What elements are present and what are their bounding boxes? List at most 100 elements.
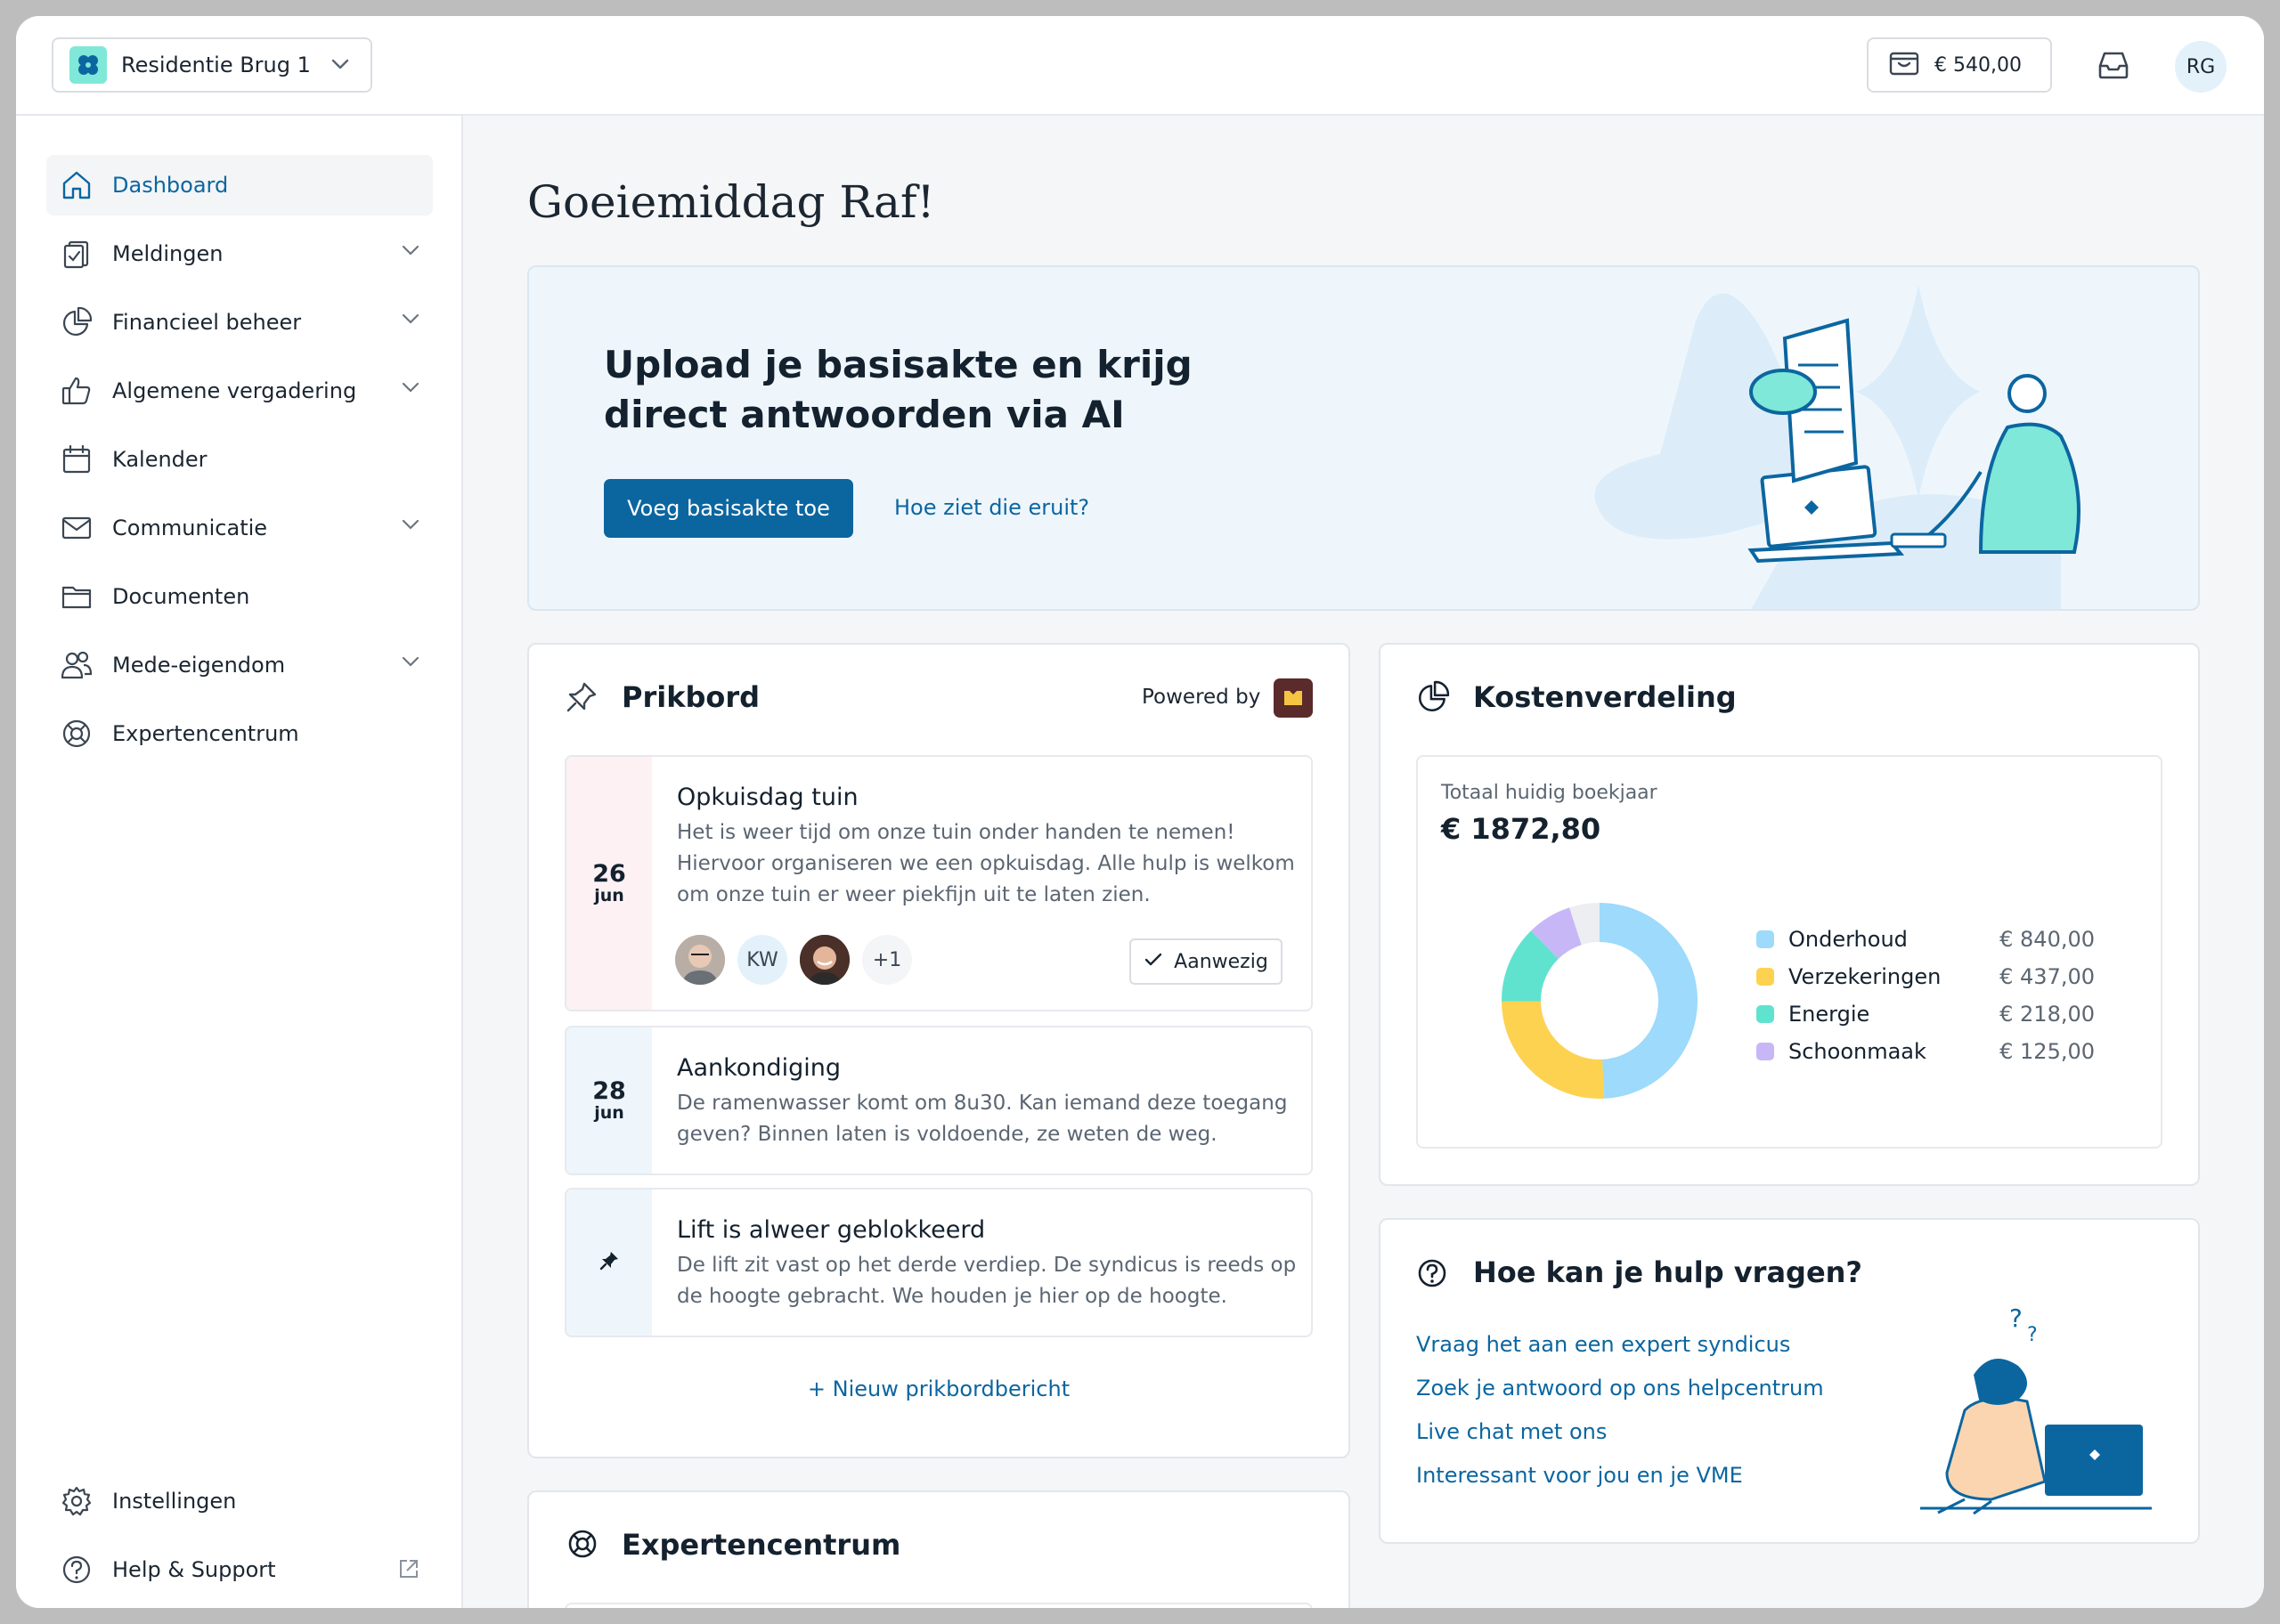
help-title: Hoe kan je hulp vragen? xyxy=(1473,1255,1862,1289)
wallet-balance-button[interactable]: € 540,00 xyxy=(1867,37,2052,93)
upload-basisakte-banner: Upload je basisakte en krijg direct antw… xyxy=(527,265,2200,611)
sidebar-item-financieel-beheer[interactable]: Financieel beheer xyxy=(46,292,433,353)
post-title: Aankondiging xyxy=(677,1054,841,1082)
pinboard-card: Prikbord Powered by 26 jun Opkuisdag tui… xyxy=(527,643,1350,1458)
sidebar-item-label: Documenten xyxy=(112,584,250,609)
pinboard-post[interactable]: Lift is alweer geblokkeerd De lift zit v… xyxy=(565,1188,1313,1337)
help-link-expert[interactable]: Vraag het aan een expert syndicus xyxy=(1416,1332,1790,1357)
chevron-down-icon xyxy=(401,517,420,534)
external-link-icon xyxy=(397,1557,420,1584)
post-body: Het is weer tijd om onze tuin onder hand… xyxy=(677,821,1295,906)
inbox-button[interactable] xyxy=(2091,45,2136,89)
building-selector[interactable]: Residentie Brug 1 xyxy=(52,37,372,93)
donut-slice-schoonmaak[interactable] xyxy=(1531,907,1583,960)
wallet-amount: € 540,00 xyxy=(1934,53,2022,77)
attendee-avatar xyxy=(800,935,850,985)
help-link-vme[interactable]: Interessant voor jou en je VME xyxy=(1416,1463,1743,1488)
sidebar-item-documenten[interactable]: Documenten xyxy=(46,566,433,627)
post-pinned xyxy=(566,1190,652,1336)
add-basisakte-button[interactable]: Voeg basisakte toe xyxy=(604,479,853,538)
sidebar-item-label: Mede-eigendom xyxy=(112,653,286,678)
legend-label: Energie xyxy=(1788,1002,1870,1027)
chevron-down-icon xyxy=(401,312,420,329)
donut-slice-verzekeringen[interactable] xyxy=(1502,1000,1605,1099)
building-name: Residentie Brug 1 xyxy=(121,53,311,77)
pin-icon xyxy=(565,680,598,718)
total-label: Totaal huidig boekjaar xyxy=(1441,782,1657,804)
pinboard-post[interactable]: 28 jun Aankondiging De ramenwasser komt … xyxy=(565,1026,1313,1175)
partner-logo-icon xyxy=(1274,678,1313,718)
sidebar-item-kalender[interactable]: Kalender xyxy=(46,429,433,490)
sidebar-item-label: Dashboard xyxy=(112,173,229,198)
legend-swatch xyxy=(1756,968,1774,986)
sidebar-item-label: Kalender xyxy=(112,447,208,472)
post-date-month: jun xyxy=(594,1103,624,1123)
pinboard-title: Prikbord xyxy=(622,680,761,714)
svg-text:?: ? xyxy=(2027,1324,2038,1346)
help-illustration: ? ? xyxy=(1920,1303,2152,1515)
post-date: 26 jun xyxy=(566,757,652,1010)
banner-illustration xyxy=(1594,285,2080,609)
pushpin-icon xyxy=(598,1249,621,1276)
more-attendees-count: +1 xyxy=(872,948,902,971)
attendee-avatar xyxy=(675,935,725,985)
expertencentrum-title: Expertencentrum xyxy=(622,1528,901,1562)
lifebuoy-icon xyxy=(566,1528,598,1563)
cost-distribution-card: Kostenverdeling Totaal huidig boekjaar €… xyxy=(1379,643,2200,1186)
expertencentrum-card: Expertencentrum xyxy=(527,1490,1350,1608)
chevron-down-icon xyxy=(401,243,420,260)
chevron-down-icon xyxy=(401,380,420,397)
legend-value: € 125,00 xyxy=(1999,1039,2095,1064)
help-circle-icon xyxy=(59,1552,94,1587)
post-date-month: jun xyxy=(594,886,624,905)
users-icon xyxy=(59,647,94,683)
sidebar-item-label: Financieel beheer xyxy=(112,310,302,335)
pie-chart-icon xyxy=(1416,680,1450,718)
sidebar: Dashboard Meldingen Financieel beheer Al… xyxy=(16,116,463,1608)
sidebar-item-meldingen[interactable]: Meldingen xyxy=(46,223,433,284)
check-icon xyxy=(1144,951,1163,973)
legend-value: € 218,00 xyxy=(1999,1002,2095,1027)
attendee-initials: KW xyxy=(746,948,778,971)
sidebar-item-label: Communicatie xyxy=(112,516,268,540)
new-pinboard-post-link[interactable]: + Nieuw prikbordbericht xyxy=(529,1376,1348,1401)
sidebar-item-algemene-vergadering[interactable]: Algemene vergadering xyxy=(46,361,433,421)
sidebar-item-expertencentrum[interactable]: Expertencentrum xyxy=(46,703,433,764)
legend-swatch xyxy=(1756,930,1774,948)
sidebar-item-dashboard[interactable]: Dashboard xyxy=(46,155,433,215)
attend-button[interactable]: Aanwezig xyxy=(1129,938,1282,985)
home-icon xyxy=(59,167,94,203)
sidebar-item-mede-eigendom[interactable]: Mede-eigendom xyxy=(46,635,433,695)
user-initials: RG xyxy=(2186,55,2216,78)
basisakte-example-link[interactable]: Hoe ziet die eruit? xyxy=(894,495,1089,520)
help-link-live-chat[interactable]: Live chat met ons xyxy=(1416,1419,1607,1444)
page-title: Goeiemiddag Raf! xyxy=(527,176,935,228)
legend-label: Onderhoud xyxy=(1788,927,1908,952)
donut-slice-energie[interactable] xyxy=(1502,930,1559,1003)
svg-text:?: ? xyxy=(2009,1303,2023,1333)
expertencentrum-item[interactable] xyxy=(565,1603,1313,1608)
help-circle-icon xyxy=(1416,1257,1448,1293)
help-link-helpcentrum[interactable]: Zoek je antwoord op ons helpcentrum xyxy=(1416,1376,1824,1401)
top-bar: Residentie Brug 1 € 540,00 RG xyxy=(16,16,2264,116)
app-window: Residentie Brug 1 € 540,00 RG Dashboard … xyxy=(16,16,2264,1608)
gear-icon xyxy=(59,1483,94,1519)
cost-summary-panel: Totaal huidig boekjaar € 1872,80 Onderho… xyxy=(1416,755,2162,1149)
folder-icon xyxy=(59,579,94,614)
sidebar-item-label: Instellingen xyxy=(112,1489,237,1514)
legend-swatch xyxy=(1756,1043,1774,1060)
legend-item: Energie € 218,00 xyxy=(1756,1001,2095,1027)
banner-title: Upload je basisakte en krijg direct antw… xyxy=(604,343,1193,436)
sidebar-item-instellingen[interactable]: Instellingen xyxy=(46,1471,433,1531)
sidebar-item-label: Help & Support xyxy=(112,1557,276,1582)
post-date-day: 26 xyxy=(592,860,626,888)
sidebar-item-communicatie[interactable]: Communicatie xyxy=(46,498,433,558)
powered-by-label: Powered by xyxy=(1142,686,1261,709)
chevron-down-icon xyxy=(401,654,420,671)
pinboard-post[interactable]: 26 jun Opkuisdag tuin Het is weer tijd o… xyxy=(565,755,1313,1011)
post-title: Lift is alweer geblokkeerd xyxy=(677,1216,986,1244)
attendee-avatar: KW xyxy=(737,935,787,985)
donut-slice-onderhoud[interactable] xyxy=(1599,903,1698,1099)
sidebar-item-help-support[interactable]: Help & Support xyxy=(46,1539,433,1600)
user-avatar[interactable]: RG xyxy=(2175,41,2227,93)
